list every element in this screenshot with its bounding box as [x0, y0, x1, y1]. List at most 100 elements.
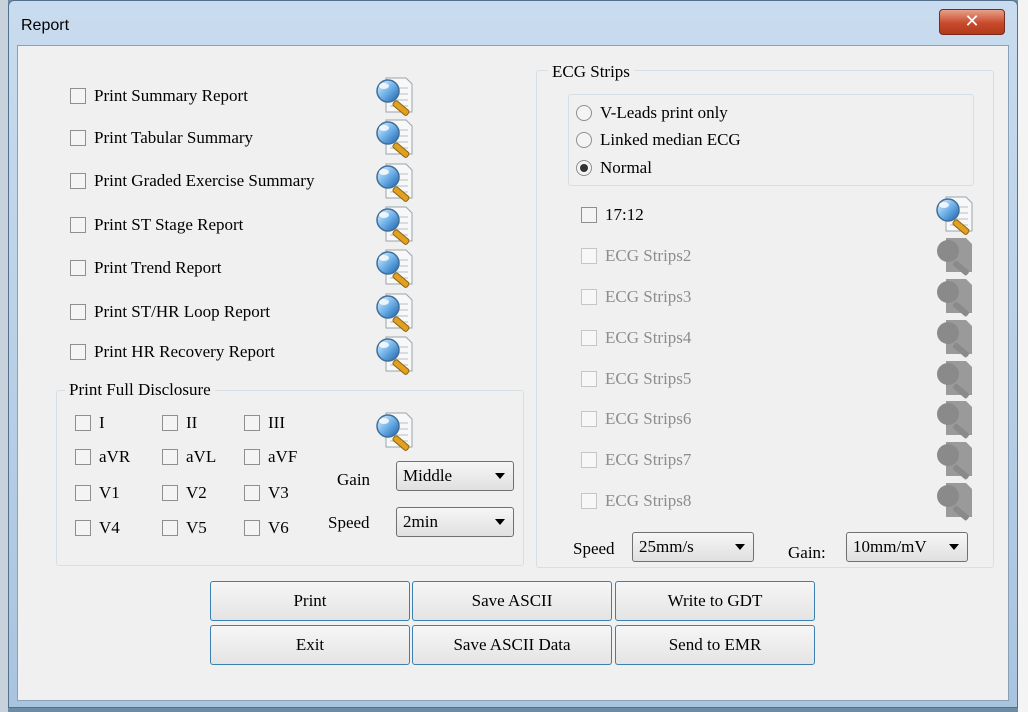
checkbox[interactable]	[70, 88, 86, 104]
magnifier-page-icon[interactable]	[372, 246, 418, 288]
checkbox[interactable]	[70, 260, 86, 276]
magnifier-page-disabled-icon	[937, 401, 972, 439]
checkbox[interactable]	[162, 449, 178, 465]
fd-gain-select[interactable]: Middle	[396, 461, 514, 491]
magnifier-page-icon[interactable]	[372, 290, 418, 332]
chevron-down-icon	[495, 519, 505, 525]
report-dialog: Report ✕ Print Summary Report Print Tabu…	[8, 0, 1018, 708]
report-option[interactable]: Print Graded Exercise Summary	[70, 171, 314, 191]
report-option-label: Print HR Recovery Report	[94, 342, 275, 361]
lead-option[interactable]: I	[75, 413, 105, 433]
magnifier-page-disabled-icon	[937, 442, 972, 480]
lead-label: V3	[268, 483, 289, 502]
checkbox[interactable]	[244, 485, 260, 501]
fd-gain-label: Gain	[337, 470, 371, 489]
magnifier-page-icon[interactable]	[372, 74, 418, 116]
checkbox	[581, 371, 597, 387]
checkbox[interactable]	[581, 207, 597, 223]
checkbox[interactable]	[70, 344, 86, 360]
strip-gain-value: 10mm/mV	[853, 537, 927, 556]
report-option[interactable]: Print Tabular Summary	[70, 128, 253, 148]
close-button[interactable]: ✕	[939, 9, 1005, 35]
lead-label: aVL	[186, 447, 217, 466]
checkbox[interactable]	[70, 304, 86, 320]
checkbox[interactable]	[244, 520, 260, 536]
fd-gain-value: Middle	[403, 466, 453, 485]
lead-option[interactable]: V2	[162, 483, 207, 503]
lead-option[interactable]: III	[244, 413, 285, 433]
checkbox[interactable]	[162, 520, 178, 536]
ecg-mode-label: Linked median ECG	[600, 130, 741, 149]
ecg-strip-option: ECG Strips4	[581, 328, 691, 348]
report-option[interactable]: Print Summary Report	[70, 86, 248, 106]
report-option-label: Print ST Stage Report	[94, 215, 244, 234]
checkbox[interactable]	[244, 449, 260, 465]
ecg-strip-option: ECG Strips3	[581, 287, 691, 307]
lead-label: I	[99, 413, 105, 432]
magnifier-page-icon[interactable]	[372, 116, 418, 158]
checkbox	[581, 330, 597, 346]
ecg-mode-option[interactable]: Linked median ECG	[576, 130, 741, 150]
ecg-strip-option: ECG Strips8	[581, 491, 691, 511]
report-option[interactable]: Print Trend Report	[70, 258, 222, 278]
radio-button[interactable]	[576, 132, 592, 148]
write-gdt-button[interactable]: Write to GDT	[615, 581, 815, 621]
send-emr-button[interactable]: Send to EMR	[615, 625, 815, 665]
checkbox[interactable]	[75, 485, 91, 501]
lead-option[interactable]: V6	[244, 518, 289, 538]
checkbox	[581, 289, 597, 305]
lead-option[interactable]: V4	[75, 518, 120, 538]
lead-label: aVF	[268, 447, 298, 466]
magnifier-page-icon[interactable]	[372, 160, 418, 202]
strip-speed-select[interactable]: 25mm/s	[632, 532, 754, 562]
ecg-mode-label: V-Leads print only	[600, 103, 728, 122]
checkbox[interactable]	[70, 217, 86, 233]
lead-option[interactable]: aVL	[162, 447, 216, 467]
ecg-strip-label: ECG Strips7	[605, 450, 692, 469]
checkbox[interactable]	[75, 449, 91, 465]
save-ascii-data-button[interactable]: Save ASCII Data	[412, 625, 612, 665]
magnifier-page-icon[interactable]	[372, 203, 418, 245]
lead-label: V6	[268, 518, 289, 537]
report-option[interactable]: Print ST Stage Report	[70, 215, 243, 235]
checkbox[interactable]	[75, 415, 91, 431]
lead-option[interactable]: aVR	[75, 447, 130, 467]
checkbox[interactable]	[70, 130, 86, 146]
lead-option[interactable]: aVF	[244, 447, 297, 467]
strip-gain-select[interactable]: 10mm/mV	[846, 532, 968, 562]
report-option[interactable]: Print HR Recovery Report	[70, 342, 275, 362]
save-ascii-button[interactable]: Save ASCII	[412, 581, 612, 621]
chevron-down-icon	[735, 544, 745, 550]
lead-option[interactable]: V3	[244, 483, 289, 503]
exit-button[interactable]: Exit	[210, 625, 410, 665]
ecg-mode-option[interactable]: V-Leads print only	[576, 103, 728, 123]
magnifier-page-icon[interactable]	[372, 333, 418, 375]
ecg-strip-label: ECG Strips5	[605, 369, 692, 388]
ecg-strip-label: ECG Strips4	[605, 328, 692, 347]
checkbox[interactable]	[70, 173, 86, 189]
checkbox[interactable]	[162, 415, 178, 431]
report-option[interactable]: Print ST/HR Loop Report	[70, 302, 270, 322]
magnifier-page-icon[interactable]	[372, 409, 418, 451]
radio-button[interactable]	[576, 105, 592, 121]
lead-option[interactable]: V5	[162, 518, 207, 538]
lead-option[interactable]: II	[162, 413, 197, 433]
radio-button[interactable]	[576, 160, 592, 176]
radio-selected-dot	[580, 164, 588, 172]
strip-gain-label: Gain:	[788, 543, 826, 562]
report-option-label: Print Tabular Summary	[94, 128, 254, 147]
magnifier-page-disabled-icon	[937, 279, 972, 317]
lead-label: V5	[186, 518, 207, 537]
magnifier-page-icon[interactable]	[932, 193, 978, 235]
print-button[interactable]: Print	[210, 581, 410, 621]
fd-speed-select[interactable]: 2min	[396, 507, 514, 537]
lead-option[interactable]: V1	[75, 483, 120, 503]
checkbox	[581, 411, 597, 427]
checkbox[interactable]	[244, 415, 260, 431]
ecg-strip-option[interactable]: 17:12	[581, 205, 644, 225]
lead-label: V4	[99, 518, 120, 537]
ecg-mode-option[interactable]: Normal	[576, 158, 652, 178]
ecg-strip-label: ECG Strips2	[605, 246, 692, 265]
checkbox[interactable]	[75, 520, 91, 536]
checkbox[interactable]	[162, 485, 178, 501]
